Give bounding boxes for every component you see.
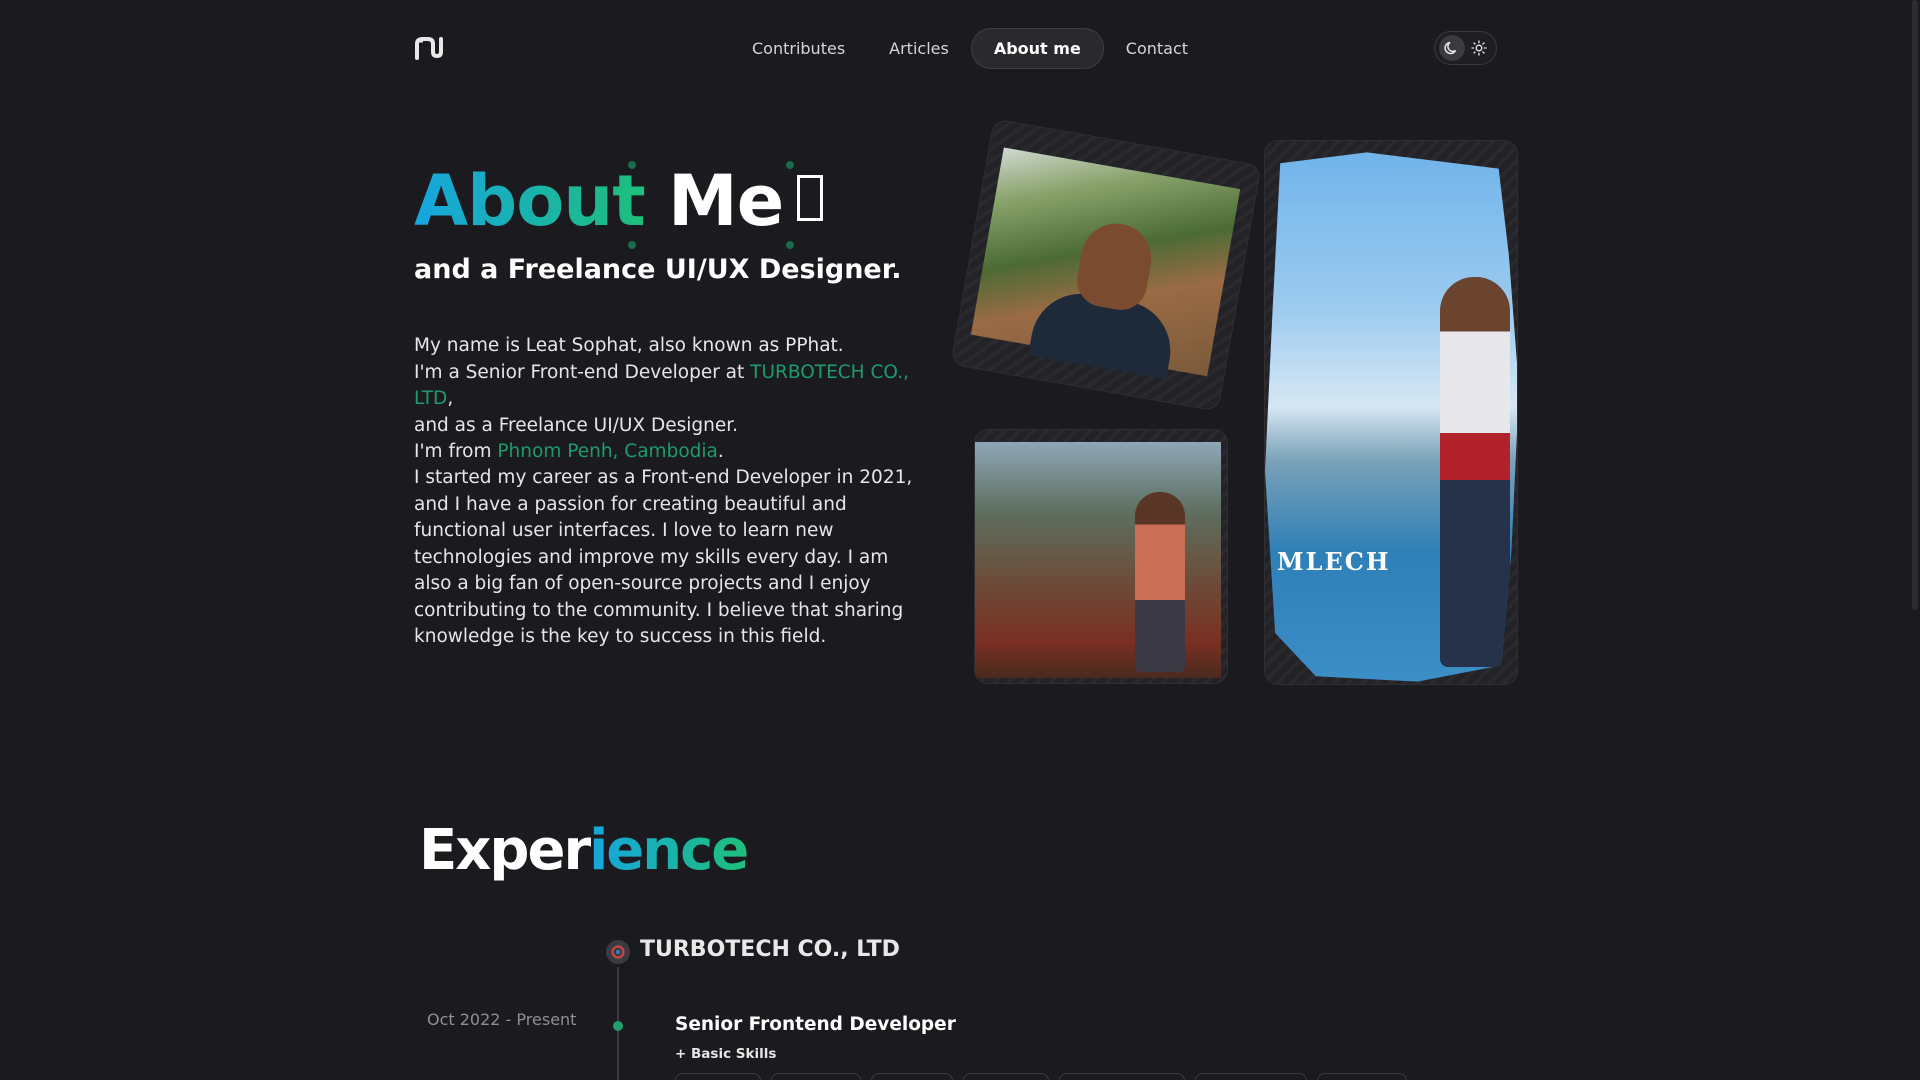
photo-lakeside: MLECH: [1264, 140, 1518, 685]
skill-chip: [871, 1073, 953, 1080]
intro-line: and as a Freelance UI/UX Designer.: [414, 414, 739, 436]
skill-chip: [771, 1073, 861, 1080]
text-cursor-icon: [797, 175, 824, 221]
photo-image: [975, 442, 1221, 678]
selection-handle: [628, 241, 636, 249]
title-about: About: [414, 160, 646, 242]
title-me: Me: [668, 160, 784, 242]
intro-paragraph: My name is Leat Sophat, also known as PP…: [414, 335, 909, 462]
bio-paragraph: I started my career as a Front-end Devel…: [414, 467, 913, 647]
nav-item-contributes[interactable]: Contributes: [730, 28, 867, 69]
moon-icon: [1444, 41, 1457, 55]
intro-line: I'm from: [414, 441, 498, 462]
company-logo-icon: [606, 940, 630, 964]
main-nav: Contributes Articles About me Contact: [730, 28, 1210, 69]
skill-chip: [1059, 1073, 1185, 1080]
page-title: About Me: [414, 160, 824, 242]
intro-line: I'm a Senior Front-end Developer at: [414, 361, 751, 383]
timeline-dot: [613, 1021, 623, 1031]
site-logo[interactable]: [414, 36, 444, 60]
skill-chip: [1195, 1073, 1307, 1080]
nav-item-articles[interactable]: Articles: [867, 28, 971, 69]
basic-skills-toggle[interactable]: + Basic Skills: [675, 1046, 776, 1062]
light-mode-button[interactable]: [1466, 35, 1492, 61]
scrollbar[interactable]: [1910, 0, 1920, 1080]
hero-subtitle: and a Freelance UI/UX Designer.: [414, 254, 902, 285]
photo-image: [970, 147, 1241, 380]
photo-detail: [1073, 218, 1157, 315]
page: Contributes Articles About me Contact Ab…: [0, 0, 1920, 1080]
photo-image: MLECH: [1265, 152, 1517, 682]
intro-line: My name is Leat Sophat, also known as PP…: [414, 335, 844, 356]
dark-mode-button[interactable]: [1439, 35, 1465, 61]
photo-detail: [1135, 492, 1185, 672]
skill-chip: [675, 1073, 761, 1080]
nav-item-contact[interactable]: Contact: [1104, 28, 1210, 69]
job-role: Senior Frontend Developer: [675, 1014, 956, 1035]
scrollbar-thumb[interactable]: [1912, 0, 1918, 610]
skill-chips: [675, 1073, 1407, 1080]
selection-handle: [628, 161, 636, 169]
theme-toggle: [1434, 31, 1497, 65]
photo-with-dog: [974, 429, 1228, 684]
company-name: TURBOTECH CO., LTD: [640, 937, 900, 962]
job-date: Oct 2022 - Present: [427, 1010, 577, 1029]
photo-detail: [1440, 277, 1510, 667]
photo-sign-text: MLECH: [1277, 547, 1391, 576]
selection-handle: [786, 241, 794, 249]
selection-handle: [786, 161, 794, 169]
sun-icon: [1471, 40, 1487, 56]
location-link[interactable]: Phnom Penh, Cambodia: [497, 441, 717, 462]
skill-chip: [1317, 1073, 1407, 1080]
nav-item-about-me[interactable]: About me: [970, 28, 1104, 69]
experience-title: Experience: [419, 818, 749, 883]
skill-chip: [963, 1073, 1049, 1080]
company-logo-mark: [611, 945, 625, 959]
photo-selfie: [950, 118, 1262, 412]
